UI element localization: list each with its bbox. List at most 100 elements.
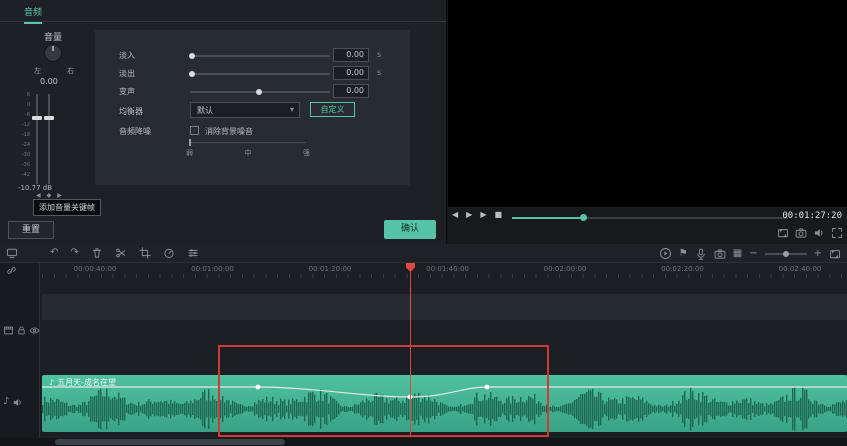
voiceover-mic-icon[interactable] [695, 248, 707, 260]
db-scale-tick: -30 [14, 150, 30, 160]
timeline-zoom-slider[interactable] [765, 253, 807, 255]
video-track-header [3, 325, 40, 336]
denoise-level-slider[interactable] [190, 142, 306, 143]
preview-panel: ◀ ▶ ▶ ■ 00:01:27:20 [448, 0, 847, 244]
zoom-in-icon[interactable]: + [814, 248, 822, 260]
volume-db-readout: -10.77 dB [18, 184, 52, 192]
marker-flag-icon[interactable]: ⚑ [679, 248, 688, 260]
delete-icon[interactable] [91, 247, 103, 259]
db-scale-tick: 0 [14, 100, 30, 110]
confirm-button[interactable]: 确认 [384, 220, 436, 239]
audio-track-header: ♪ [3, 396, 23, 408]
prev-keyframe-icon[interactable]: ◀ [36, 192, 41, 199]
stop-button[interactable]: ■ [494, 210, 502, 219]
balance-value: 0.00 [40, 77, 58, 86]
mixer-grid-icon[interactable]: ▦ [733, 248, 742, 260]
pitch-slider[interactable] [190, 91, 330, 93]
adjust-sliders-icon[interactable] [187, 247, 199, 259]
denoise-checkbox-label: 消除背景噪音 [205, 126, 253, 137]
ruler-label: 00:02:20:00 [661, 265, 704, 273]
balance-right-label: 右 [67, 66, 74, 76]
volume-slider-right-track[interactable] [48, 94, 50, 184]
speaker-icon[interactable] [813, 227, 825, 239]
denoise-label: 音频降噪 [119, 126, 151, 137]
ruler-label: 00:01:20:00 [309, 265, 352, 273]
preview-option-icons [777, 227, 843, 239]
denoise-level-labels: 弱 中 强 [186, 148, 310, 158]
pitch-label: 变声 [119, 86, 135, 97]
track-header-gutter: ♪ [0, 263, 40, 438]
volume-slider-left-track[interactable] [36, 94, 38, 184]
denoise-checkbox[interactable] [190, 126, 199, 135]
denoise-level-handle[interactable] [189, 139, 191, 146]
denoise-level-weak: 弱 [186, 148, 193, 158]
play-button[interactable]: ▶ [466, 210, 472, 219]
fade-out-value[interactable]: 0.00 [333, 66, 369, 80]
next-frame-button[interactable]: ▶ [480, 210, 486, 219]
volume-slider-left-handle[interactable] [32, 116, 42, 120]
chevron-down-icon: ▾ [290, 105, 294, 114]
video-track-lane[interactable] [42, 294, 847, 320]
preview-seek-fill [512, 217, 583, 219]
ruler-label: 00:00:40:00 [74, 265, 117, 273]
db-scale-tick: -42 [14, 170, 30, 180]
redo-icon[interactable]: ↷ [70, 247, 78, 259]
equalizer-customize-button[interactable]: 自定义 [310, 102, 355, 117]
fit-screen-icon[interactable] [777, 227, 789, 239]
next-keyframe-icon[interactable]: ▶ [57, 192, 62, 199]
prev-frame-button[interactable]: ◀ [452, 210, 458, 219]
add-keyframe-icon[interactable]: ◆ [47, 192, 52, 199]
record-camera-icon[interactable] [714, 248, 726, 260]
fade-in-label: 淡入 [119, 50, 135, 61]
undo-icon[interactable]: ↶ [50, 247, 58, 259]
crop-icon[interactable] [139, 247, 151, 259]
panel-tab-bar: 音频 [0, 0, 446, 22]
reset-button[interactable]: 重置 [8, 221, 54, 239]
fade-in-value[interactable]: 0.00 [333, 48, 369, 62]
fade-in-slider-thumb[interactable] [189, 53, 195, 59]
keyframe-nav: ◀ ◆ ▶ [36, 192, 62, 199]
preview-seek-handle[interactable] [580, 214, 587, 221]
pitch-value[interactable]: 0.00 [333, 84, 369, 98]
zoom-out-icon[interactable]: − [749, 248, 757, 260]
lock-icon[interactable] [16, 325, 27, 336]
equalizer-preset-dropdown[interactable]: 默认 ▾ [190, 102, 300, 118]
filmora-app: 音频 音量 左 右 0.00 60-6-12-18-24-30-36-42 -1… [0, 0, 847, 446]
timeline-zoom-handle[interactable] [783, 251, 789, 257]
screen-record-icon[interactable] [6, 247, 18, 259]
add-keyframe-tooltip: 添加音量关键帧 [33, 199, 101, 216]
preview-timecode: 00:01:27:20 [782, 211, 842, 221]
volume-slider-right-handle[interactable] [44, 116, 54, 120]
split-scissors-icon[interactable] [115, 247, 127, 259]
fade-out-slider[interactable] [190, 73, 330, 75]
ruler-label: 00:02:40:00 [779, 265, 822, 273]
fade-out-slider-thumb[interactable] [189, 71, 195, 77]
snapshot-camera-icon[interactable] [795, 227, 807, 239]
preview-seek-bar[interactable] [512, 217, 788, 219]
db-scale-tick: -18 [14, 130, 30, 140]
transport-controls: ◀ ▶ ▶ ■ [452, 210, 502, 219]
video-viewport [448, 0, 847, 207]
pitch-slider-thumb[interactable] [256, 89, 262, 95]
timeline-ruler[interactable]: 00:00:40:0000:01:00:0000:01:20:0000:01:4… [42, 263, 847, 278]
tab-audio[interactable]: 音频 [24, 5, 42, 24]
music-note-icon: ♪ [3, 396, 9, 408]
speed-icon[interactable] [163, 247, 175, 259]
fade-in-slider[interactable] [190, 55, 330, 57]
db-scale-tick: 6 [14, 90, 30, 100]
fit-timeline-icon[interactable] [829, 248, 841, 260]
balance-knob[interactable] [44, 44, 62, 62]
render-play-icon[interactable] [659, 247, 672, 260]
audio-settings-box: 淡入 0.00 s 淡出 0.00 s 变声 0.00 均衡器 默认 ▾ [95, 30, 410, 185]
equalizer-label: 均衡器 [119, 106, 143, 117]
toolbar-right-group: ⚑ ▦ − + [659, 247, 841, 260]
fade-out-unit: s [377, 68, 381, 77]
volume-db-scale: 60-6-12-18-24-30-36-42 [14, 90, 30, 180]
link-icon[interactable] [6, 265, 17, 276]
equalizer-preset-value: 默认 [197, 106, 213, 115]
eye-icon[interactable] [29, 325, 40, 336]
fullscreen-icon[interactable] [831, 227, 843, 239]
timeline-scrollbar-thumb[interactable] [55, 439, 285, 445]
timeline-scrollbar[interactable] [0, 438, 847, 446]
mute-speaker-icon[interactable] [12, 397, 23, 408]
